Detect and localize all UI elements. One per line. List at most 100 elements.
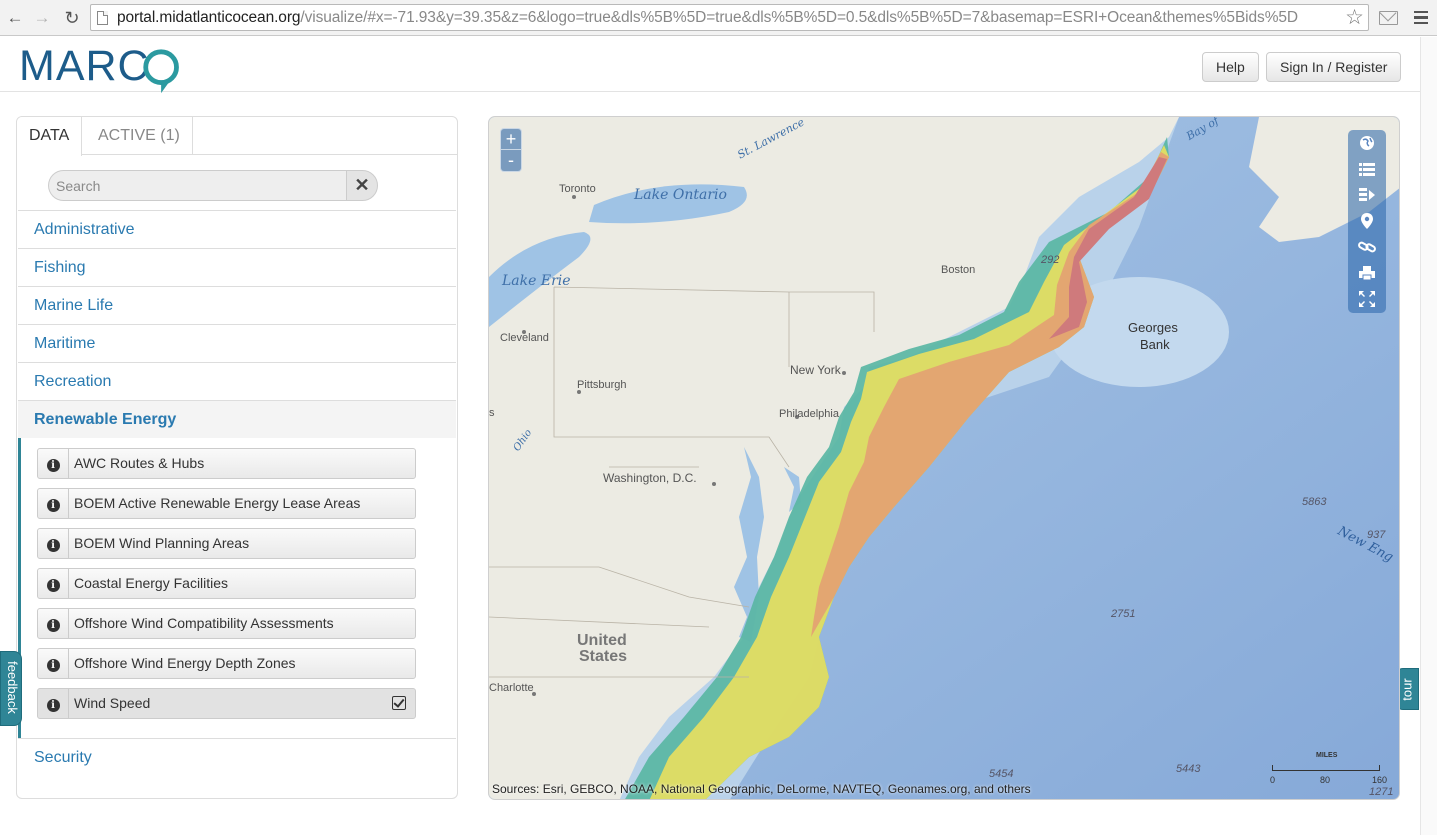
tab-data[interactable]: DATA <box>17 117 83 156</box>
basemap-globe-icon[interactable] <box>1348 130 1386 156</box>
checkbox-checked-icon[interactable] <box>392 696 406 710</box>
info-symbol: i <box>46 499 60 512</box>
theme-marine-life[interactable]: Marine Life <box>18 286 456 324</box>
tab-active[interactable]: ACTIVE (1) <box>86 117 193 155</box>
info-icon[interactable]: i <box>38 609 68 638</box>
reload-icon[interactable]: ↻ <box>61 7 83 29</box>
label-toronto: Toronto <box>559 183 596 195</box>
info-icon[interactable]: i <box>38 489 68 518</box>
zoom-in-button[interactable]: + <box>500 128 522 150</box>
info-icon[interactable]: i <box>38 449 68 478</box>
divider <box>68 489 69 518</box>
label-depth-5443: 5443 <box>1176 763 1201 775</box>
feedback-tab[interactable]: feedback <box>0 651 22 726</box>
theme-fishing[interactable]: Fishing <box>18 248 456 286</box>
bookmark-star-icon[interactable]: ☆ <box>1345 5 1364 30</box>
scale-tick: 0 <box>1270 775 1276 785</box>
info-symbol: i <box>46 699 60 712</box>
logo-pin-icon <box>143 49 179 94</box>
label-depth-937: 937 <box>1367 529 1386 541</box>
renewable-energy-layers: i AWC Routes & Hubs i BOEM Active Renewa… <box>18 438 456 738</box>
share-link-icon[interactable] <box>1348 234 1386 260</box>
panel-tabs: DATA ACTIVE (1) <box>17 117 457 156</box>
back-arrow-icon[interactable]: ← <box>4 7 26 29</box>
feedback-label: feedback <box>5 661 20 714</box>
url-domain: portal.midatlanticocean.org <box>117 9 301 26</box>
address-bar[interactable]: portal.midatlanticocean.org/visualize/#x… <box>90 4 1369 31</box>
layer-coastal-energy[interactable]: i Coastal Energy Facilities <box>37 568 416 599</box>
label-bank: Bank <box>1140 337 1170 352</box>
label-charlotte: Charlotte <box>489 682 534 694</box>
layer-label: AWC Routes & Hubs <box>74 455 205 471</box>
divider <box>68 689 69 718</box>
label-lake-erie: Lake Erie <box>502 273 571 289</box>
url-text[interactable]: portal.midatlanticocean.org/visualize/#x… <box>117 9 1342 27</box>
scale-unit: MILES <box>1316 752 1338 759</box>
layer-offshore-wind-compat[interactable]: i Offshore Wind Compatibility Assessment… <box>37 608 416 639</box>
divider <box>68 649 69 678</box>
label-united: United <box>577 632 627 649</box>
label-edge-s: s <box>489 407 495 419</box>
info-icon[interactable]: i <box>38 529 68 558</box>
fullscreen-icon[interactable] <box>1348 286 1386 312</box>
divider <box>68 569 69 598</box>
info-icon[interactable]: i <box>38 569 68 598</box>
layer-awc-routes[interactable]: i AWC Routes & Hubs <box>37 448 416 479</box>
divider <box>68 609 69 638</box>
toronto-dot <box>572 195 576 199</box>
help-button[interactable]: Help <box>1202 52 1259 82</box>
layer-label: Offshore Wind Energy Depth Zones <box>74 655 296 671</box>
info-icon[interactable]: i <box>38 689 68 718</box>
tour-label: tour <box>1399 678 1415 701</box>
zoom-out-button[interactable]: - <box>500 150 522 172</box>
print-icon[interactable] <box>1348 260 1386 286</box>
divider <box>68 529 69 558</box>
clear-search-icon[interactable]: ✕ <box>346 170 378 201</box>
layer-wind-speed[interactable]: i Wind Speed <box>37 688 416 719</box>
label-lake-ontario: Lake Ontario <box>634 187 727 203</box>
label-pittsburgh: Pittsburgh <box>577 379 627 391</box>
forward-arrow-icon[interactable]: → <box>31 7 53 29</box>
layer-label: Offshore Wind Compatibility Assessments <box>74 615 334 631</box>
info-symbol: i <box>46 459 60 472</box>
zoom-control: + - <box>500 128 522 172</box>
washington-dot <box>712 482 716 486</box>
theme-security[interactable]: Security <box>18 738 456 776</box>
browser-toolbar: ← → ↻ portal.midatlanticocean.org/visual… <box>0 0 1437 36</box>
label-washington: Washington, D.C. <box>603 471 697 485</box>
layer-boem-lease-areas[interactable]: i BOEM Active Renewable Energy Lease Are… <box>37 488 416 519</box>
browser-menu-icon[interactable] <box>1414 11 1428 24</box>
search-input[interactable] <box>48 170 348 201</box>
url-path: /visualize/#x=-71.93&y=39.35&z=6&logo=tr… <box>300 9 1298 26</box>
info-symbol: i <box>46 659 60 672</box>
legend-icon[interactable] <box>1348 182 1386 208</box>
theme-administrative[interactable]: Administrative <box>18 210 456 248</box>
data-panel: DATA ACTIVE (1) ✕ Administrative Fishing… <box>16 116 458 799</box>
sign-in-button[interactable]: Sign In / Register <box>1266 52 1402 82</box>
layer-list-icon[interactable] <box>1348 156 1386 182</box>
layer-label: BOEM Active Renewable Energy Lease Areas <box>74 495 361 511</box>
theme-renewable-energy[interactable]: Renewable Energy <box>18 400 456 438</box>
label-boston: Boston <box>941 264 976 276</box>
divider <box>68 449 69 478</box>
layer-label: Wind Speed <box>74 695 151 711</box>
theme-maritime[interactable]: Maritime <box>18 324 456 362</box>
map-canvas[interactable] <box>489 117 1400 800</box>
label-georges: Georges <box>1128 320 1178 335</box>
label-depth-2751: 2751 <box>1111 608 1136 620</box>
label-new-york: New York <box>790 363 841 377</box>
label-depth-5454: 5454 <box>989 768 1014 780</box>
page-scrollbar[interactable] <box>1420 37 1437 835</box>
marco-logo[interactable]: MARC <box>19 44 179 94</box>
info-symbol: i <box>46 539 60 552</box>
scale-tick: 80 <box>1320 775 1331 785</box>
app-header: MARC Help Sign In / Register <box>0 37 1420 94</box>
info-symbol: i <box>46 579 60 592</box>
mail-icon[interactable] <box>1379 11 1398 25</box>
layer-offshore-wind-depth[interactable]: i Offshore Wind Energy Depth Zones <box>37 648 416 679</box>
layer-boem-wind-planning[interactable]: i BOEM Wind Planning Areas <box>37 528 416 559</box>
info-icon[interactable]: i <box>38 649 68 678</box>
map-view[interactable]: St. Lawrence Bay of Toronto Lake Ontario… <box>488 116 1400 800</box>
location-pin-icon[interactable] <box>1348 208 1386 234</box>
theme-recreation[interactable]: Recreation <box>18 362 456 400</box>
